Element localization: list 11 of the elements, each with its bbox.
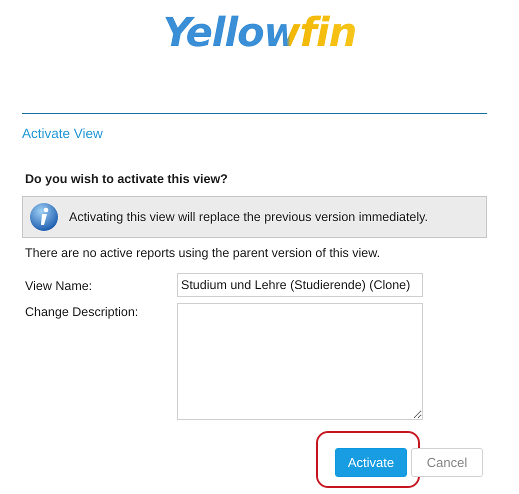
field-label: View Name: xyxy=(24,278,94,295)
info-icon xyxy=(29,202,59,232)
cancel-button[interactable]: Cancel xyxy=(411,448,483,477)
activate-button[interactable]: Activate xyxy=(335,448,407,477)
question-text: Do you wish to activate this view? xyxy=(25,171,229,188)
field-label: Change Description: xyxy=(24,304,140,321)
description-field[interactable] xyxy=(177,302,423,420)
view-name-field[interactable]: Studium und Lehre (Studierende) (Clone) xyxy=(177,272,423,297)
note-text: There are no active reports using the parent version of this view. xyxy=(25,245,382,262)
section-title: Activate View xyxy=(22,125,104,143)
info-message: Activating this view will replace the previous version immediately. xyxy=(69,208,428,226)
